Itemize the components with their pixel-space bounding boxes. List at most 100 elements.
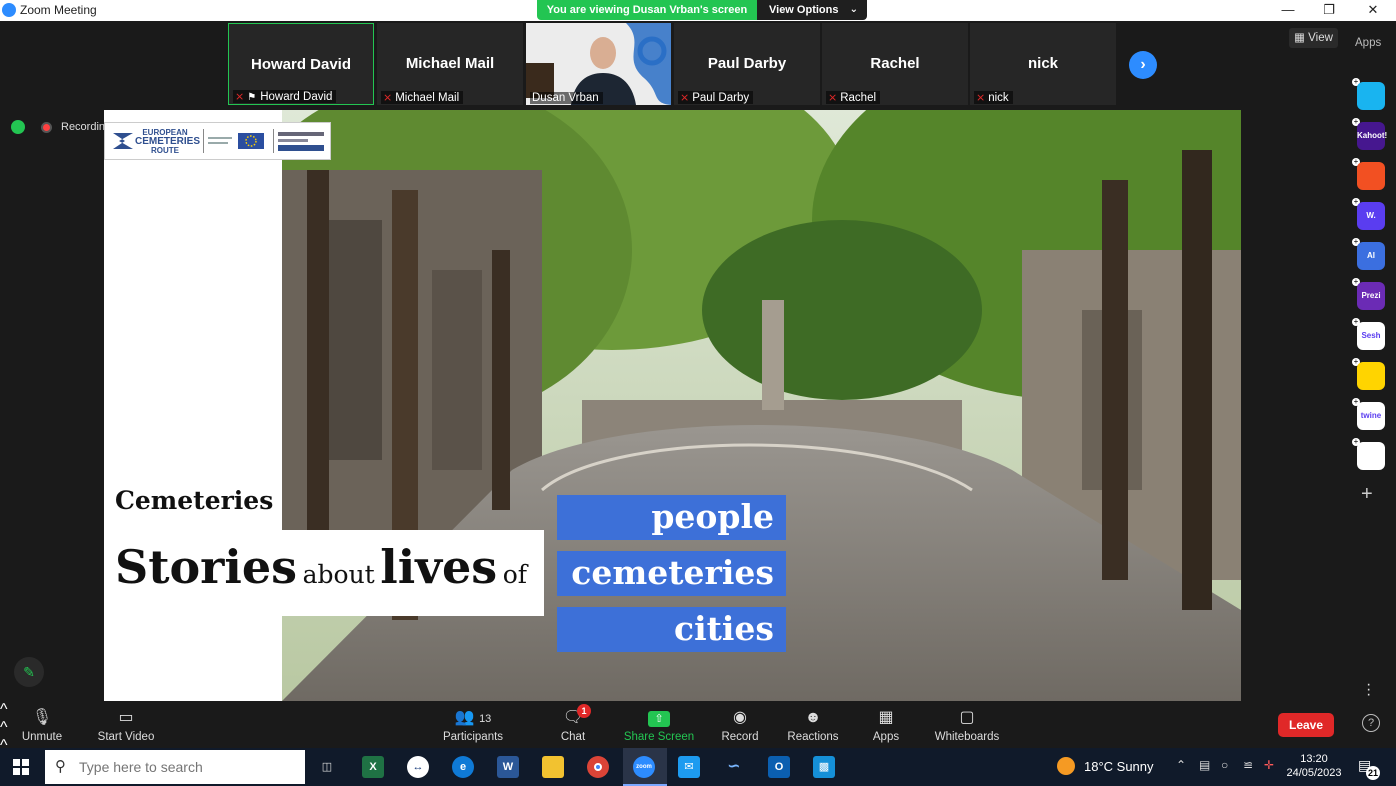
- tray-device-icon[interactable]: ▤: [1199, 758, 1210, 772]
- participant-label-text: Paul Darby: [692, 92, 750, 104]
- meeting-controls: 🎙 Unmute ^ ▭ Start Video ^ 👥 13 Particip…: [0, 701, 1396, 786]
- record-button[interactable]: ◉ Record: [718, 705, 762, 743]
- participant-label: ⨯ Michael Mail: [381, 91, 464, 104]
- participant-video-tile[interactable]: Dusan Vrban: [526, 23, 671, 105]
- outlook-icon[interactable]: O: [768, 756, 790, 778]
- view-label: View: [1308, 32, 1333, 44]
- excel-icon[interactable]: X: [362, 756, 384, 778]
- chrome-icon[interactable]: [587, 756, 609, 778]
- whiteboards-label: Whiteboards: [934, 731, 1000, 743]
- european-cemeteries-route-logo: EUROPEAN CEMETERIES ROUTE: [104, 122, 331, 160]
- participants-button[interactable]: 👥 13 Participants: [440, 705, 506, 743]
- mail-icon[interactable]: ✉: [678, 756, 700, 778]
- reactions-button[interactable]: ☻ Reactions: [786, 705, 840, 743]
- participant-label-text: Michael Mail: [395, 92, 460, 104]
- participants-icon: 👥 13: [454, 709, 492, 726]
- participant-tile[interactable]: Howard David ⨯ ⚑ Howard David: [228, 23, 374, 105]
- next-page-button[interactable]: ›: [1129, 51, 1157, 79]
- tray-mic-icon[interactable]: ○: [1221, 758, 1228, 772]
- view-options-button[interactable]: View Options ⌄: [757, 0, 867, 20]
- taskbar-search[interactable]: ⚲: [45, 750, 305, 784]
- tray-chevron-up-icon[interactable]: ⌃: [1176, 758, 1186, 772]
- share-screen-button[interactable]: ⇧ Share Screen: [623, 705, 695, 743]
- minimize-button[interactable]: —: [1266, 0, 1310, 21]
- view-button[interactable]: ▦ View: [1289, 28, 1338, 48]
- participant-tile[interactable]: nick ⨯ nick: [970, 23, 1116, 105]
- reactions-emoji-icon: ☻: [804, 709, 822, 726]
- kahoot-app-icon[interactable]: Kahoot!: [1357, 122, 1387, 150]
- wifi-icon[interactable]: ≌: [1243, 758, 1253, 772]
- close-button[interactable]: ✕: [1351, 0, 1395, 21]
- mic-muted-icon: ⨯: [976, 92, 986, 104]
- slide-tagline: Stories about lives of: [115, 540, 527, 594]
- tray-security-icon[interactable]: ✛: [1264, 758, 1274, 772]
- add-app-button[interactable]: +: [1361, 483, 1373, 506]
- annotate-pencil-icon[interactable]: ✎: [14, 657, 44, 687]
- mic-muted-icon: ⨯: [680, 92, 690, 104]
- apps-grid-icon: ▦: [878, 709, 894, 726]
- council-of-europe-emblem: [203, 129, 265, 153]
- record-icon: ◉: [733, 709, 747, 726]
- clock-date: 24/05/2023: [1286, 767, 1342, 779]
- word-icon[interactable]: W: [497, 756, 519, 778]
- tagline-word: Stories: [115, 540, 298, 594]
- recording-icon[interactable]: [41, 122, 52, 133]
- search-input[interactable]: [79, 757, 299, 777]
- pitch-app-icon[interactable]: [1357, 82, 1385, 110]
- emoji-app-icon[interactable]: [1357, 362, 1385, 390]
- chat-label: Chat: [560, 731, 586, 743]
- windows-start-icon[interactable]: [13, 759, 29, 775]
- tagline-word: of: [502, 560, 528, 589]
- teamviewer-icon[interactable]: ↔: [407, 756, 429, 778]
- start-video-label: Start Video: [97, 731, 155, 743]
- video-options-caret[interactable]: ^: [0, 719, 1396, 737]
- weather-text[interactable]: 18°C Sunny: [1084, 759, 1154, 774]
- audio-options-caret[interactable]: ^: [0, 701, 1396, 719]
- store-icon[interactable]: ▩: [813, 756, 835, 778]
- start-video-button[interactable]: ▭ Start Video: [94, 705, 158, 743]
- mic-off-icon: 🎙: [31, 709, 53, 726]
- wooclap-app-icon[interactable]: W.: [1357, 202, 1385, 230]
- clock-time: 13:20: [1300, 753, 1328, 765]
- unmute-button[interactable]: 🎙 Unmute: [16, 705, 68, 743]
- zoom-taskbar-icon[interactable]: zoom: [633, 756, 655, 778]
- participant-tile[interactable]: Rachel ⨯ Rachel: [822, 23, 968, 105]
- app-red-icon[interactable]: [1357, 162, 1385, 190]
- pin-icon: ⚑: [247, 92, 257, 103]
- participant-name-display: Howard David: [250, 56, 352, 73]
- record-label: Record: [721, 731, 759, 743]
- participant-tile[interactable]: Michael Mail ⨯ Michael Mail: [377, 23, 523, 105]
- task-view-icon[interactable]: ◫: [316, 756, 338, 778]
- zoom-window: Zoom Meeting — ❐ ✕ You are viewing Dusan…: [0, 0, 1396, 786]
- participant-label-text: Rachel: [840, 92, 877, 104]
- share-screen-icon: ⇧: [623, 705, 695, 731]
- ai-app-icon[interactable]: AI: [1357, 242, 1385, 270]
- whiteboards-button[interactable]: ▢ Whiteboards: [932, 705, 1002, 743]
- file-explorer-icon[interactable]: [542, 756, 564, 778]
- restore-button[interactable]: ❐: [1307, 0, 1351, 21]
- participant-tile[interactable]: Paul Darby ⨯ Paul Darby: [674, 23, 820, 105]
- apps-button[interactable]: ▦ Apps: [868, 705, 904, 743]
- tagline-word: about: [302, 560, 375, 589]
- leave-button[interactable]: Leave: [1278, 713, 1334, 737]
- help-icon[interactable]: ?: [1362, 714, 1380, 732]
- more-options-icon[interactable]: · · ·: [1366, 677, 1371, 703]
- grid-app-icon[interactable]: [1357, 442, 1385, 470]
- app-swirl-icon[interactable]: ∽: [723, 756, 745, 778]
- mic-muted-icon: ⨯: [828, 92, 838, 104]
- prezi-app-icon[interactable]: Prezi: [1357, 282, 1385, 310]
- twine-app-icon[interactable]: twine: [1357, 402, 1385, 430]
- participant-label-text: Dusan Vrban: [532, 92, 599, 104]
- participant-name-display: Michael Mail: [405, 55, 495, 72]
- viewing-share-banner: You are viewing Dusan Vrban's screen: [537, 0, 757, 20]
- taskbar-clock[interactable]: 13:20 24/05/2023: [1286, 752, 1342, 780]
- mic-muted-icon: ⨯: [235, 91, 245, 103]
- view-options-label: View Options: [769, 4, 839, 16]
- sesh-app-icon[interactable]: Sesh: [1357, 322, 1385, 350]
- participants-label: Participants: [442, 731, 504, 743]
- coe-logo-icon: [208, 133, 264, 149]
- shield-icon[interactable]: [11, 120, 25, 134]
- edge-icon[interactable]: e: [452, 756, 474, 778]
- participant-label-text: nick: [988, 92, 1009, 104]
- reactions-label: Reactions: [787, 731, 839, 743]
